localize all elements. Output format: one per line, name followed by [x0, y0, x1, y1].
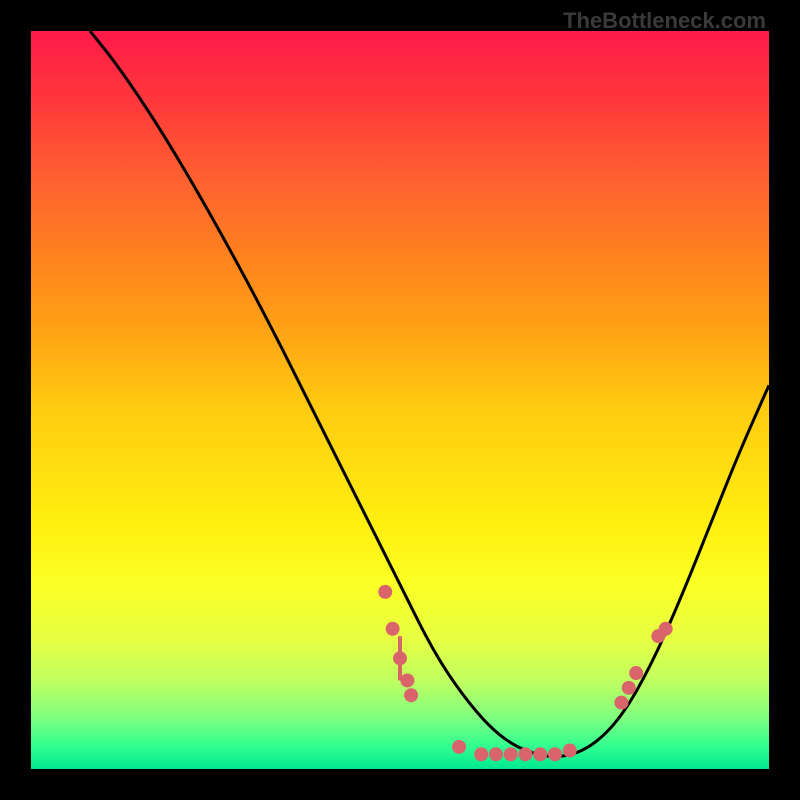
data-point	[548, 747, 562, 761]
data-point	[563, 744, 577, 758]
data-point	[629, 666, 643, 680]
chart-container: TheBottleneck.com	[0, 0, 800, 800]
chart-svg	[31, 31, 769, 769]
watermark-text: TheBottleneck.com	[563, 8, 766, 34]
data-point	[489, 747, 503, 761]
data-point	[518, 747, 532, 761]
data-point	[393, 651, 407, 665]
data-point	[386, 622, 400, 636]
data-point	[452, 740, 466, 754]
scatter-points	[378, 585, 672, 761]
curve-line	[90, 31, 769, 757]
data-point	[622, 681, 636, 695]
data-point	[659, 622, 673, 636]
data-point	[474, 747, 488, 761]
data-point	[378, 585, 392, 599]
data-point	[533, 747, 547, 761]
data-point	[400, 673, 414, 687]
data-point	[504, 747, 518, 761]
bottleneck-curve	[90, 31, 769, 757]
data-point	[614, 696, 628, 710]
data-point	[404, 688, 418, 702]
plot-area	[31, 31, 769, 769]
